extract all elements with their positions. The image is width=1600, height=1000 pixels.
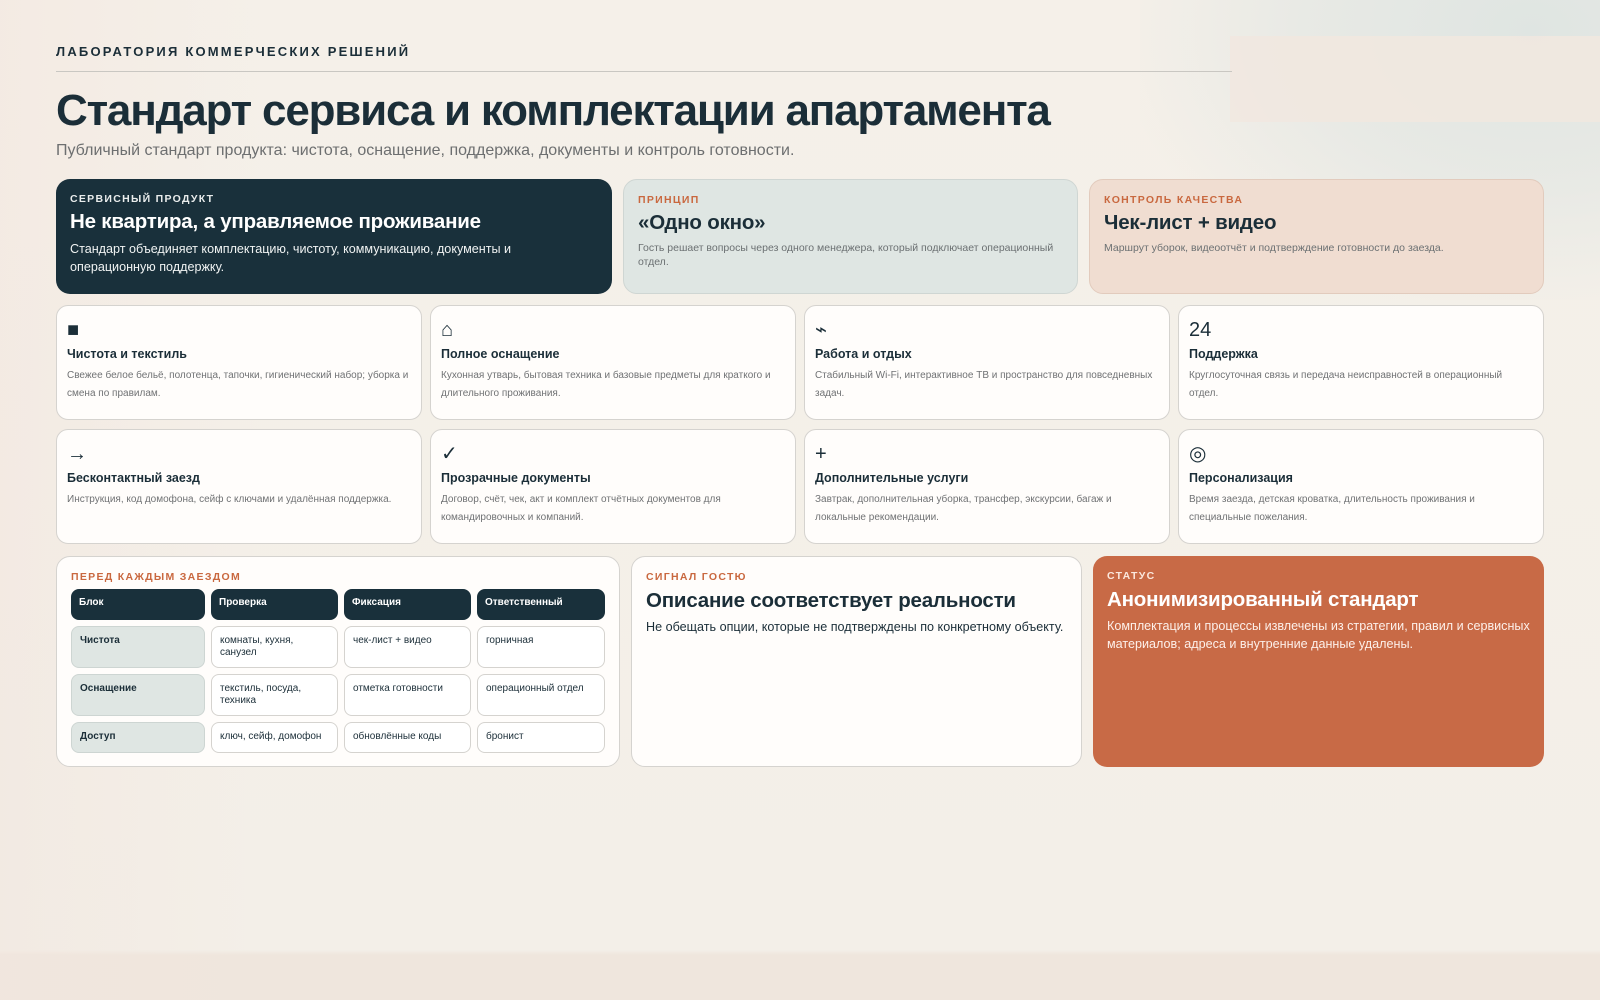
quality-control-card: КОНТРОЛЬ КАЧЕСТВА Чек-лист + видео Маршр… [1089, 179, 1544, 294]
feature-title: Дополнительные услуги [815, 471, 969, 485]
signal-icon: ⌁ [815, 319, 828, 341]
checklist-card: ПЕРЕД КАЖДЫМ ЗАЕЗДОМ Блок Проверка Фикса… [56, 556, 620, 767]
feature-text: Завтрак, дополнительная уборка, трансфер… [815, 494, 1112, 523]
guest-signal-card: СИГНАЛ ГОСТЮ Описание соответствует реал… [631, 556, 1082, 767]
feature-title: Прозрачные документы [441, 471, 591, 485]
feature-card-equipment: ⌂ Полное оснащение Кухонная утварь, быто… [430, 305, 796, 420]
feature-card-work-leisure: ⌁ Работа и отдых Стабильный Wi-Fi, интер… [804, 305, 1170, 420]
feature-title: Поддержка [1189, 347, 1258, 361]
checkmark-icon: ✓ [441, 443, 458, 465]
card-kicker: СЕРВИСНЫЙ ПРОДУКТ [70, 193, 215, 205]
table-header: Блок [71, 589, 205, 620]
feature-text: Инструкция, код домофона, сейф с ключами… [67, 494, 392, 505]
card-text: Не обещать опции, которые не подтвержден… [646, 620, 1064, 634]
table-cell: чек-лист + видео [344, 626, 471, 668]
service-product-card: СЕРВИСНЫЙ ПРОДУКТ Не квартира, а управля… [56, 179, 612, 294]
card-title: «Одно окно» [638, 211, 766, 234]
plus-icon: + [815, 443, 827, 465]
house-icon: ⌂ [441, 319, 454, 341]
page-subtitle: Публичный стандарт продукта: чистота, ос… [56, 142, 795, 159]
card-kicker: КОНТРОЛЬ КАЧЕСТВА [1104, 194, 1244, 206]
feature-title: Работа и отдых [815, 347, 912, 361]
table-header: Фиксация [344, 589, 471, 620]
table-row-label: Чистота [71, 626, 205, 668]
table-row-label: Доступ [71, 722, 205, 753]
feature-card-cleanliness: ■ Чистота и текстиль Свежее белое бельё,… [56, 305, 422, 420]
principle-card: ПРИНЦИП «Одно окно» Гость решает вопросы… [623, 179, 1078, 294]
card-text: Стандарт объединяет комплектацию, чистот… [70, 242, 512, 274]
card-text: Комплектация и процессы извлечены из стр… [1107, 619, 1530, 651]
table-header: Проверка [211, 589, 338, 620]
status-card: СТАТУС Анонимизированный стандарт Компле… [1093, 556, 1544, 767]
page: ЛАБОРАТОРИЯ КОММЕРЧЕСКИХ РЕШЕНИЙ Стандар… [56, 0, 1544, 1000]
table-cell: обновлённые коды [344, 722, 471, 753]
feature-title: Бесконтактный заезд [67, 471, 200, 485]
card-text: Гость решает вопросы через одного менедж… [638, 242, 1054, 268]
page-title: Стандарт сервиса и комплектации апартаме… [56, 86, 1051, 135]
card-kicker: ПРИНЦИП [638, 194, 700, 206]
square-icon: ■ [67, 319, 80, 341]
card-title: Описание соответствует реальности [646, 589, 1016, 612]
feature-text: Договор, счёт, чек, акт и комплект отчёт… [441, 494, 721, 523]
divider [56, 71, 1232, 72]
feature-title: Полное оснащение [441, 347, 560, 361]
24-icon: 24 [1189, 319, 1212, 341]
feature-text: Кухонная утварь, бытовая техника и базов… [441, 370, 771, 399]
feature-text: Время заезда, детская кроватка, длительн… [1189, 494, 1475, 523]
target-icon: ◎ [1189, 443, 1207, 465]
table-cell: операционный отдел [477, 674, 605, 716]
feature-text: Свежее белое бельё, полотенца, тапочки, … [67, 370, 409, 399]
table-cell: бронист [477, 722, 605, 753]
feature-card-support: 24 Поддержка Круглосуточная связь и пере… [1178, 305, 1544, 420]
card-kicker: ПЕРЕД КАЖДЫМ ЗАЕЗДОМ [71, 571, 241, 583]
card-title: Чек-лист + видео [1104, 211, 1277, 234]
table-cell: горничная [477, 626, 605, 668]
feature-card-contactless-checkin: → Бесконтактный заезд Инструкция, код до… [56, 429, 422, 544]
eyebrow-label: ЛАБОРАТОРИЯ КОММЕРЧЕСКИХ РЕШЕНИЙ [56, 44, 411, 59]
table-row-label: Оснащение [71, 674, 205, 716]
card-title: Анонимизированный стандарт [1107, 588, 1419, 611]
feature-title: Чистота и текстиль [67, 347, 187, 361]
feature-title: Персонализация [1189, 471, 1293, 485]
feature-text: Круглосуточная связь и передача неисправ… [1189, 370, 1503, 399]
feature-card-personalization: ◎ Персонализация Время заезда, детская к… [1178, 429, 1544, 544]
card-text: Маршрут уборок, видеоотчёт и подтвержден… [1104, 242, 1444, 254]
feature-text: Стабильный Wi-Fi, интерактивное ТВ и про… [815, 370, 1153, 399]
table-cell: комнаты, кухня, санузел [211, 626, 338, 668]
card-kicker: СТАТУС [1107, 570, 1156, 582]
feature-card-extra-services: + Дополнительные услуги Завтрак, дополни… [804, 429, 1170, 544]
card-title: Не квартира, а управляемое проживание [70, 210, 481, 233]
card-kicker: СИГНАЛ ГОСТЮ [646, 571, 747, 583]
feature-card-documents: ✓ Прозрачные документы Договор, счёт, че… [430, 429, 796, 544]
table-cell: текстиль, посуда, техника [211, 674, 338, 716]
table-header: Ответственный [477, 589, 605, 620]
table-cell: отметка готовности [344, 674, 471, 716]
table-cell: ключ, сейф, домофон [211, 722, 338, 753]
arrow-right-icon: → [67, 443, 87, 465]
